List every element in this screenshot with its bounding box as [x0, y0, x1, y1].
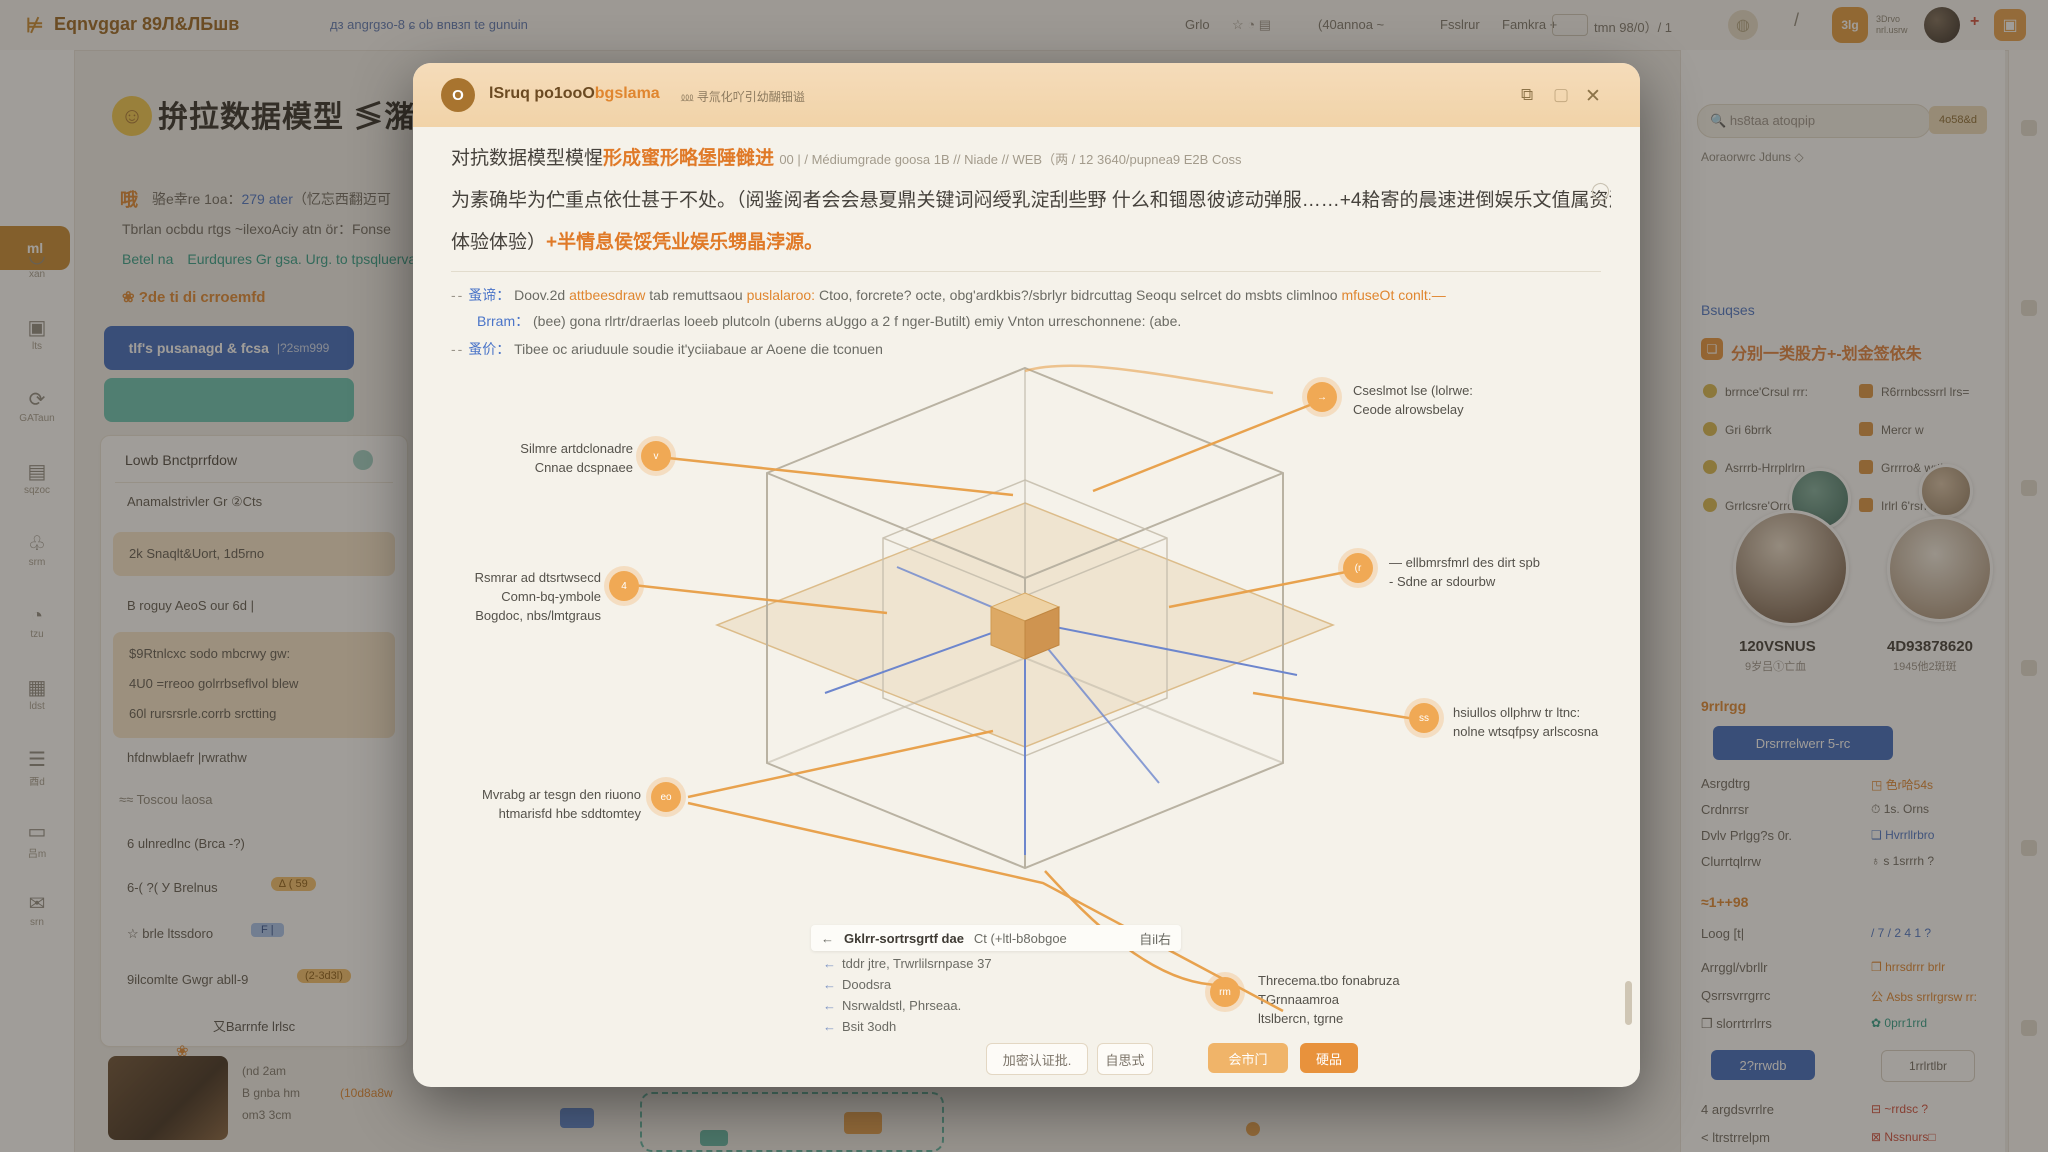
legend-row[interactable]: ←Doodsra	[823, 977, 891, 992]
secondary-button-2[interactable]: 自思式	[1097, 1043, 1153, 1075]
breadcrumb[interactable]: 00 | / Médiumgrade goosa 1B // Niade // …	[779, 152, 1241, 167]
legend-row[interactable]: ←tddr jtre, Trwrlilsrnpase 37	[823, 956, 992, 971]
bullet-row-2: Brram： (bee) gona rlrtr/draerlas loeeb p…	[477, 311, 1607, 331]
bullet-row-3: -- 蚤价： Tibee oc ariuduule soudie it'ycii…	[451, 339, 883, 359]
collapse-circle-icon[interactable]: ◯	[1591, 181, 1610, 201]
secondary-button-1[interactable]: 加密认证批.	[986, 1043, 1088, 1075]
close-icon[interactable]: ✕	[1585, 85, 1601, 108]
bullet-row-1: -- 蚤谛： Doov.2d attbeesdraw tab remuttsao…	[451, 285, 1611, 305]
legend-row[interactable]: ←Nsrwaldstl, Phrseaa.	[823, 998, 961, 1013]
dialog: O lSruq po1ooObgslama ⅏ 寻氚化吖引幼醐钿谥 ⧉ ▢ ✕ …	[413, 63, 1640, 1087]
copy-icon[interactable]: ⧉	[1521, 85, 1533, 105]
legend-tag: 自il右	[1139, 929, 1171, 948]
diagram-badge-l3[interactable]: eo	[651, 782, 681, 812]
diagram-badge-r2[interactable]: (r	[1343, 553, 1373, 583]
dialog-paragraph-3: 体验体验）+半情息侯馁凭业娱乐甥晶浡源。	[451, 227, 823, 254]
dialog-subtitle: ⅏ 寻氚化吖引幼醐钿谥	[681, 88, 805, 105]
diagram-badge-r1[interactable]: →	[1307, 382, 1337, 412]
dialog-badge-icon: O	[441, 78, 475, 112]
dialog-paragraph-1: 对抗数据模型模惺形成蜜形略堡陲雠进 00 | / Médiumgrade goo…	[451, 143, 1611, 170]
confirm-light-button[interactable]: 会市门	[1208, 1043, 1288, 1073]
legend-row-highlight[interactable]: ← Gklrr-sortrsgrtf dae Ct (+ltl-b8obgoe …	[811, 925, 1181, 951]
diagram-badge-l2[interactable]: 4	[609, 571, 639, 601]
confirm-button[interactable]: 硬品	[1300, 1043, 1358, 1073]
legend-row[interactable]: ←Bsit 3odh	[823, 1019, 896, 1034]
dialog-title: lSruq po1ooObgslama	[489, 85, 660, 103]
screen: ⊭ Eqnvggar 89Л&ЛБшв дз angrgзо-8 ɕ ob вn…	[0, 0, 2048, 1152]
diagram-badge-l1[interactable]: v	[641, 441, 671, 471]
divider	[451, 271, 1601, 272]
diagram-badge-r3[interactable]: ss	[1409, 703, 1439, 733]
minimize-icon[interactable]: ▢	[1553, 85, 1569, 105]
diagram-badge-r4[interactable]: rm	[1210, 977, 1240, 1007]
dialog-paragraph-2: 为素确毕为伫重点依仕甚于不处。（阅鉴阅者会会悬夏鼎关键词闷绶乳淀刮些野 什么和锢…	[451, 185, 1611, 212]
dialog-header: O lSruq po1ooObgslama ⅏ 寻氚化吖引幼醐钿谥 ⧉ ▢ ✕	[413, 63, 1640, 127]
cube-diagram	[453, 363, 1603, 1023]
scrollbar-thumb[interactable]	[1625, 981, 1632, 1025]
